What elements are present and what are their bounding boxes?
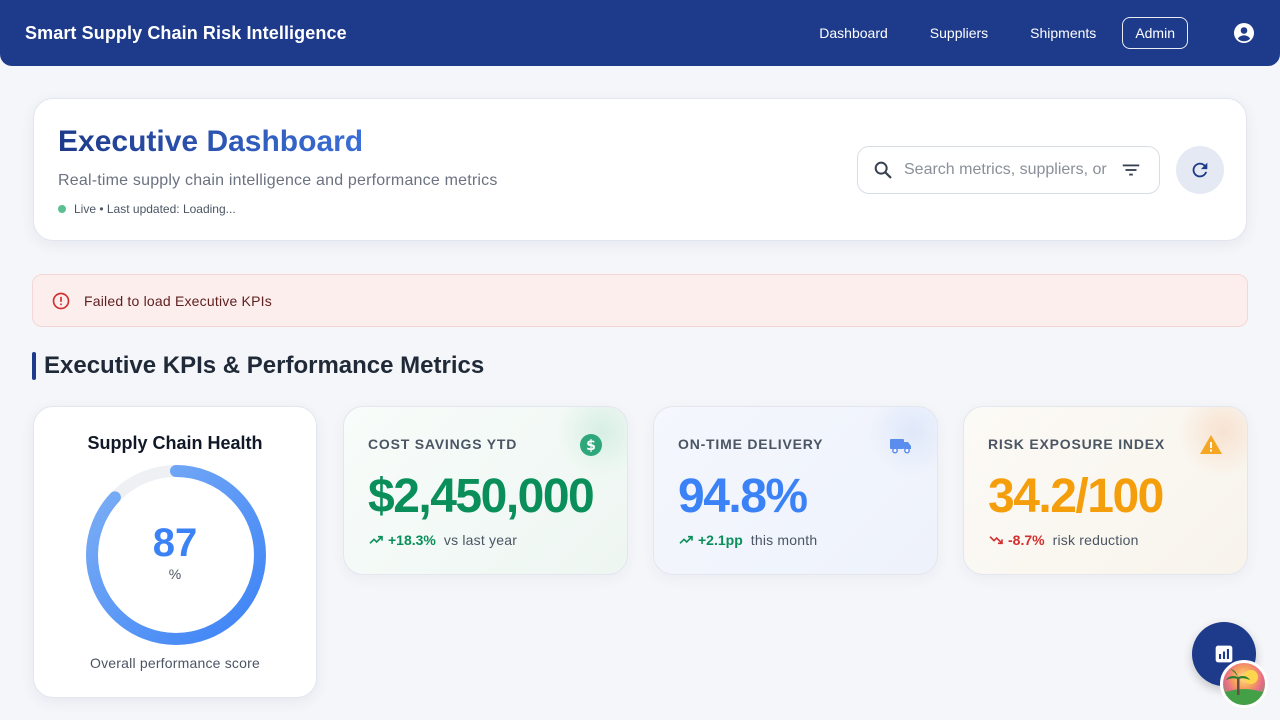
truck-icon	[889, 433, 913, 457]
kpi-card-cost-savings: COST SAVINGS YTD $ $2,450,000 +18.3% vs …	[343, 406, 628, 575]
error-alert-message: Failed to load Executive KPIs	[84, 292, 272, 309]
live-indicator-dot	[58, 205, 66, 213]
kpi-trend: +18.3% vs last year	[368, 532, 517, 548]
kpi-delta: -8.7%	[1008, 532, 1045, 548]
top-app-bar: Smart Supply Chain Risk Intelligence Das…	[0, 0, 1280, 66]
refresh-icon	[1189, 159, 1211, 181]
kpi-value: 94.8%	[678, 470, 808, 523]
section-title: Executive KPIs & Performance Metrics	[44, 352, 485, 379]
dollar-icon: $	[579, 433, 603, 457]
kpi-trend: -8.7% risk reduction	[988, 532, 1139, 548]
nav-suppliers[interactable]: Suppliers	[916, 17, 1002, 49]
svg-text:$: $	[586, 438, 596, 454]
health-caption: Overall performance score	[90, 655, 260, 671]
live-status-text: Live • Last updated: Loading...	[74, 202, 236, 216]
error-outline-icon	[51, 291, 71, 311]
kpi-label: ON-TIME DELIVERY	[678, 436, 824, 452]
kpi-note: risk reduction	[1052, 532, 1139, 548]
search-icon	[872, 159, 894, 181]
kpi-value: $2,450,000	[368, 470, 595, 523]
health-unit: %	[168, 566, 182, 582]
refresh-button[interactable]	[1176, 146, 1224, 194]
main-nav: Dashboard Suppliers Shipments Admin	[791, 17, 1256, 49]
kpi-note: this month	[750, 532, 818, 548]
kpi-label: RISK EXPOSURE INDEX	[988, 436, 1166, 452]
section-accent-bar	[32, 352, 36, 380]
health-title: Supply Chain Health	[87, 433, 263, 453]
kpi-label: COST SAVINGS YTD	[368, 436, 518, 452]
analytics-icon	[1214, 644, 1234, 664]
nav-dashboard[interactable]: Dashboard	[805, 17, 902, 49]
app-title: Smart Supply Chain Risk Intelligence	[25, 22, 347, 43]
filter-icon[interactable]	[1120, 159, 1142, 181]
search-input[interactable]	[904, 161, 1114, 179]
kpi-note: vs last year	[443, 532, 518, 548]
account-circle-icon[interactable]	[1232, 21, 1256, 45]
health-value: 87	[152, 521, 198, 565]
kpi-delta: +18.3%	[388, 532, 436, 548]
supply-chain-health-card: Supply Chain Health 87 % Overall perform…	[33, 406, 317, 698]
trending-up-icon	[368, 532, 384, 548]
page-subtitle: Real-time supply chain intelligence and …	[58, 172, 498, 189]
trending-down-icon	[988, 532, 1004, 548]
kpi-delta: +2.1pp	[698, 532, 743, 548]
page-title-part2: Dashboard	[206, 125, 364, 158]
search-field[interactable]	[857, 146, 1160, 194]
nav-shipments[interactable]: Shipments	[1016, 17, 1110, 49]
kpi-value: 34.2/100	[988, 470, 1164, 523]
assistant-avatar[interactable]	[1220, 660, 1268, 708]
section-heading: Executive KPIs & Performance Metrics	[32, 352, 484, 380]
error-alert: Failed to load Executive KPIs	[32, 274, 1248, 327]
kpi-card-on-time-delivery: ON-TIME DELIVERY 94.8% +2.1pp this month	[653, 406, 938, 575]
dashboard-header-card: Executive Dashboard Real-time supply cha…	[33, 98, 1247, 241]
kpi-card-risk-exposure: RISK EXPOSURE INDEX 34.2/100 -8.7% risk …	[963, 406, 1248, 575]
warning-icon	[1199, 433, 1223, 457]
page-title-part1: Executive	[58, 125, 199, 158]
kpi-trend: +2.1pp this month	[678, 532, 817, 548]
live-status: Live • Last updated: Loading...	[58, 202, 236, 216]
page-title: Executive Dashboard	[58, 125, 363, 159]
nav-admin[interactable]: Admin	[1122, 17, 1188, 49]
trending-up-icon	[678, 532, 694, 548]
